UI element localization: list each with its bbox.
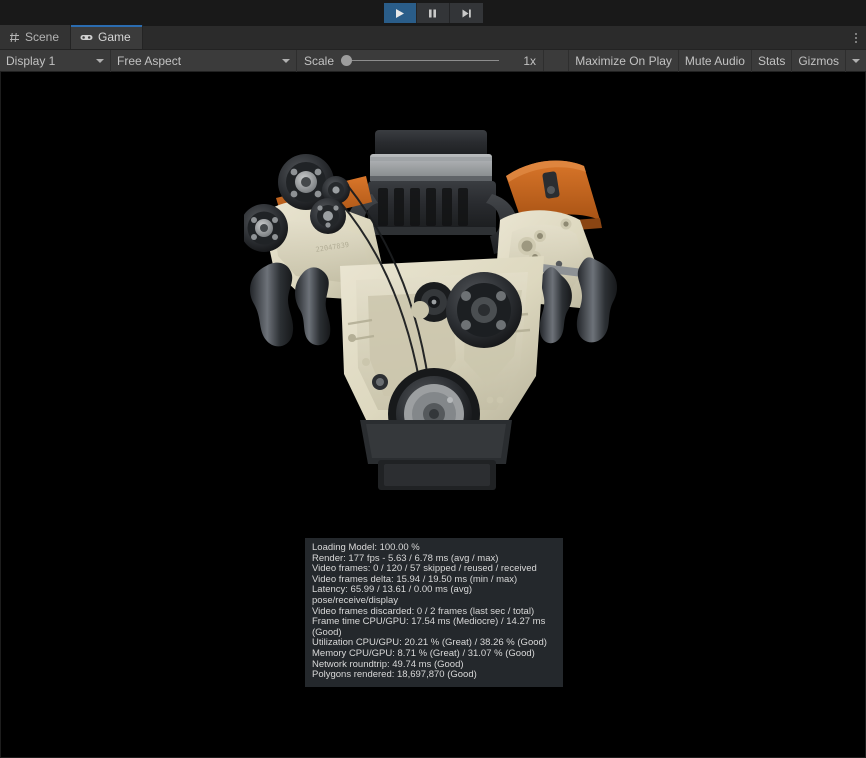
playback-button-group xyxy=(384,3,483,23)
gizmos-button[interactable]: Gizmos xyxy=(792,50,846,72)
scale-value: 1x xyxy=(506,54,536,68)
stats-label: Stats xyxy=(758,54,785,68)
gamepad-icon xyxy=(80,32,93,43)
game-viewport[interactable]: 22047839 Loading Model: 100.00 % Render:… xyxy=(0,72,866,758)
play-button[interactable] xyxy=(384,3,417,23)
scene-grid-icon xyxy=(9,32,20,43)
stats-overlay-panel: Loading Model: 100.00 % Render: 177 fps … xyxy=(305,538,563,687)
scale-slider[interactable] xyxy=(341,55,499,67)
aspect-ratio-dropdown[interactable]: Free Aspect xyxy=(111,50,297,72)
playback-toolbar xyxy=(0,0,866,26)
stat-line: Polygons rendered: 18,697,870 (Good) xyxy=(312,670,556,681)
tab-scene[interactable]: Scene xyxy=(0,25,71,49)
pause-button[interactable] xyxy=(417,3,450,23)
window-menu-kebab-icon[interactable] xyxy=(852,30,860,46)
stat-line: Frame time CPU/GPU: 17.54 ms (Mediocre) … xyxy=(312,617,556,638)
game-view-toolbar: Display 1 Free Aspect Scale 1x Maximize … xyxy=(0,50,866,72)
aspect-ratio-label: Free Aspect xyxy=(117,54,274,68)
gizmos-dropdown[interactable] xyxy=(846,50,866,72)
tab-game-label: Game xyxy=(98,30,131,44)
unity-game-view-window: Scene Game Display 1 Free Aspect xyxy=(0,0,866,758)
stat-line: Latency: 65.99 / 13.61 / 0.00 ms (avg) p… xyxy=(312,585,556,606)
stat-line: Memory CPU/GPU: 8.71 % (Great) / 31.07 %… xyxy=(312,649,556,660)
toolbar-spacer xyxy=(544,50,569,71)
maximize-on-play-label: Maximize On Play xyxy=(575,54,672,68)
step-forward-icon xyxy=(461,8,472,19)
v6-engine-3d-model: 22047839 xyxy=(244,124,636,499)
chevron-down-icon xyxy=(282,59,290,63)
step-button[interactable] xyxy=(450,3,483,23)
mute-audio-button[interactable]: Mute Audio xyxy=(679,50,752,72)
scale-slider-handle[interactable] xyxy=(341,55,352,66)
chevron-down-icon xyxy=(852,59,860,63)
tab-game[interactable]: Game xyxy=(71,25,143,49)
tab-strip: Scene Game xyxy=(0,26,866,50)
scale-label: Scale xyxy=(304,54,334,68)
tab-scene-label: Scene xyxy=(25,30,59,44)
display-dropdown[interactable]: Display 1 xyxy=(0,50,111,72)
stat-line: Loading Model: 100.00 % xyxy=(312,543,556,554)
scale-control: Scale 1x xyxy=(297,50,544,71)
gizmos-label: Gizmos xyxy=(798,54,839,68)
maximize-on-play-button[interactable]: Maximize On Play xyxy=(569,50,679,72)
play-icon xyxy=(394,8,405,19)
stats-button[interactable]: Stats xyxy=(752,50,792,72)
display-dropdown-label: Display 1 xyxy=(6,54,88,68)
scale-slider-track xyxy=(341,60,499,61)
chevron-down-icon xyxy=(96,59,104,63)
mute-audio-label: Mute Audio xyxy=(685,54,745,68)
pause-icon xyxy=(427,8,438,19)
